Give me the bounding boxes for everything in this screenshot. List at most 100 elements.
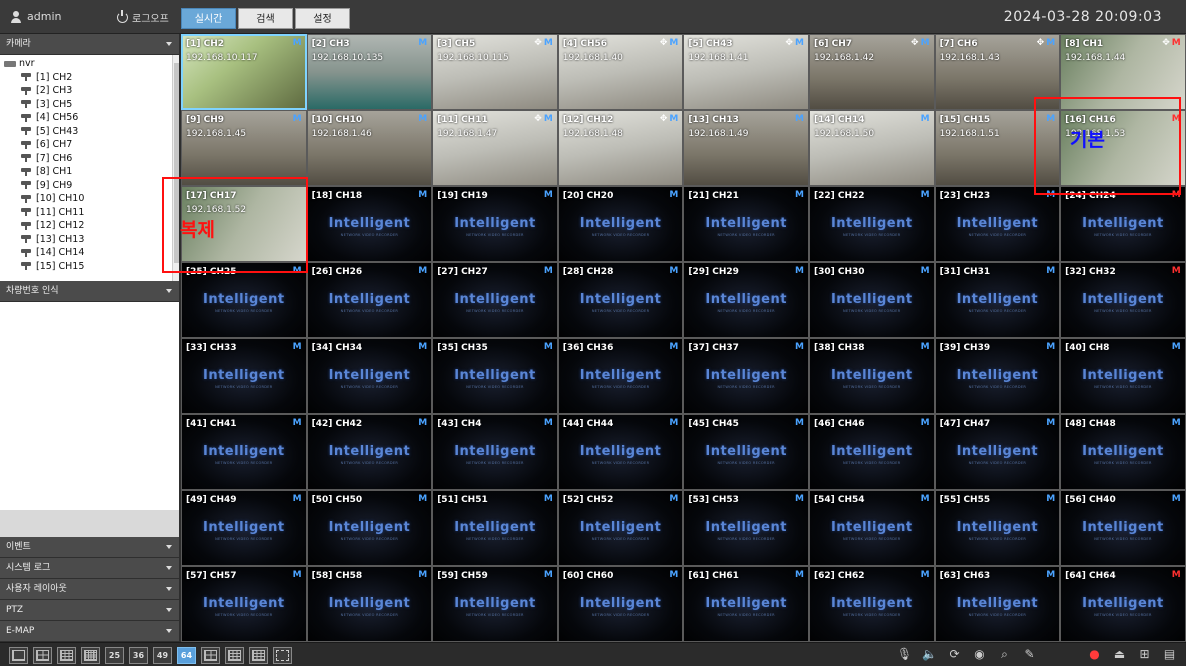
camera-tile[interactable]: [62] CH62 M Intelligent NETWORK VIDEO RECOR…: [808, 566, 935, 642]
layout-custom-b-button[interactable]: [225, 647, 244, 664]
layout-16-button[interactable]: [81, 647, 100, 664]
microphone-icon[interactable]: 🎙: [896, 646, 913, 663]
camera-tile[interactable]: [55] CH55 M Intelligent NETWORK VIDEO RECOR…: [934, 490, 1061, 566]
camera-tile[interactable]: [46] CH46 M Intelligent NETWORK VIDEO RECOR…: [808, 414, 935, 490]
tree-root-nvr[interactable]: nvr: [4, 57, 179, 71]
ptz-move-icon[interactable]: ✥: [1162, 38, 1170, 48]
layout-1-button[interactable]: [9, 647, 28, 664]
pen-icon[interactable]: ✎: [1021, 646, 1038, 663]
lpr-section-header[interactable]: 차량번호 인식: [0, 281, 179, 302]
ptz-move-icon[interactable]: ✥: [534, 114, 542, 124]
scrollbar-thumb[interactable]: [174, 63, 179, 263]
camera-tile[interactable]: [56] CH40 M Intelligent NETWORK VIDEO RECOR…: [1060, 490, 1186, 566]
section-header[interactable]: 이벤트: [0, 537, 179, 558]
network-icon[interactable]: ⊞: [1136, 646, 1153, 663]
camera-tile[interactable]: [38] CH38 M Intelligent NETWORK VIDEO RECOR…: [808, 338, 935, 414]
camera-tile[interactable]: [1] CH2 192.168.10.117 M: [181, 34, 307, 110]
speaker-icon[interactable]: 🔈: [921, 646, 938, 663]
tree-channel-item[interactable]: [7] CH6: [4, 152, 179, 166]
ptz-move-icon[interactable]: ✥: [660, 38, 668, 48]
person-icon[interactable]: ⏏: [1111, 646, 1128, 663]
camera-tile[interactable]: [17] CH17 192.168.1.52: [181, 186, 307, 262]
camera-tile[interactable]: [6] CH7 192.168.1.42 ✥ M: [808, 34, 935, 110]
camera-tile[interactable]: [41] CH41 M Intelligent NETWORK VIDEO RECOR…: [181, 414, 307, 490]
section-header[interactable]: E-MAP: [0, 621, 179, 642]
tree-channel-item[interactable]: [15] CH15: [4, 260, 179, 274]
camera-tile[interactable]: [28] CH28 M Intelligent NETWORK VIDEO RECOR…: [557, 262, 684, 338]
camera-tile[interactable]: [52] CH52 M Intelligent NETWORK VIDEO RECOR…: [557, 490, 684, 566]
camera-tile[interactable]: [47] CH47 M Intelligent NETWORK VIDEO RECOR…: [934, 414, 1061, 490]
tree-channel-item[interactable]: [9] CH9: [4, 179, 179, 193]
tree-channel-item[interactable]: [14] CH14: [4, 246, 179, 260]
section-header[interactable]: 시스템 로그: [0, 558, 179, 579]
tab-search[interactable]: 검색: [238, 8, 293, 29]
camera-tile[interactable]: [36] CH36 M Intelligent NETWORK VIDEO RECOR…: [557, 338, 684, 414]
layout-4-button[interactable]: [33, 647, 52, 664]
camera-tile[interactable]: [57] CH57 M Intelligent NETWORK VIDEO RECOR…: [181, 566, 307, 642]
camera-tile[interactable]: [3] CH5 192.168.10.115 ✥ M: [432, 34, 558, 110]
tree-channel-item[interactable]: [1] CH2: [4, 71, 179, 85]
camera-tile[interactable]: [45] CH45 M Intelligent NETWORK VIDEO RECOR…: [683, 414, 809, 490]
camera-tile[interactable]: [51] CH51 M Intelligent NETWORK VIDEO RECOR…: [432, 490, 558, 566]
camera-tile[interactable]: [30] CH30 M Intelligent NETWORK VIDEO RECOR…: [808, 262, 935, 338]
camera-tile[interactable]: [8] CH1 192.168.1.44 ✥ M: [1060, 34, 1186, 110]
tree-channel-item[interactable]: [4] CH56: [4, 111, 179, 125]
camera-section-header[interactable]: 카메라: [0, 34, 179, 55]
section-header[interactable]: PTZ: [0, 600, 179, 621]
layout-custom-c-button[interactable]: [249, 647, 268, 664]
section-header[interactable]: 사용자 레이아웃: [0, 579, 179, 600]
camera-tile[interactable]: [25] CH25 M Intelligent NETWORK VIDEO RECOR…: [181, 262, 307, 338]
camera-tile[interactable]: [54] CH54 M Intelligent NETWORK VIDEO RECOR…: [808, 490, 935, 566]
camera-tile[interactable]: [31] CH31 M Intelligent NETWORK VIDEO RECOR…: [934, 262, 1061, 338]
camera-tile[interactable]: [21] CH21 M Intelligent NETWORK VIDEO RECOR…: [683, 186, 809, 262]
ptz-move-icon[interactable]: ✥: [534, 38, 542, 48]
tree-channel-item[interactable]: [8] CH1: [4, 165, 179, 179]
camera-tile[interactable]: [40] CH8 M Intelligent NETWORK VIDEO RECORD…: [1060, 338, 1186, 414]
camera-tile[interactable]: [49] CH49 M Intelligent NETWORK VIDEO RECOR…: [181, 490, 307, 566]
camera-tile[interactable]: [60] CH60 M Intelligent NETWORK VIDEO RECOR…: [557, 566, 684, 642]
camera-tile[interactable]: [12] CH12 192.168.1.48 ✥ M: [557, 110, 684, 186]
camera-tile[interactable]: [14] CH14 192.168.1.50 M: [808, 110, 935, 186]
logout-button[interactable]: 로그오프: [117, 10, 169, 25]
camera-tile[interactable]: [37] CH37 M Intelligent NETWORK VIDEO RECOR…: [683, 338, 809, 414]
ptz-move-icon[interactable]: ✥: [1037, 38, 1045, 48]
camera-tile[interactable]: [20] CH20 M Intelligent NETWORK VIDEO RECOR…: [557, 186, 684, 262]
camera-tile[interactable]: [16] CH16 192.168.1.53 M: [1060, 110, 1186, 186]
ptz-move-icon[interactable]: ✥: [785, 38, 793, 48]
camera-tile[interactable]: [18] CH18 M Intelligent NETWORK VIDEO RECOR…: [306, 186, 433, 262]
camera-tile[interactable]: [50] CH50 M Intelligent NETWORK VIDEO RECOR…: [306, 490, 433, 566]
camera-tile[interactable]: [22] CH22 M Intelligent NETWORK VIDEO RECOR…: [808, 186, 935, 262]
zoom-icon[interactable]: ⌕: [996, 646, 1013, 663]
camera-tile[interactable]: [43] CH4 M Intelligent NETWORK VIDEO RECORD…: [432, 414, 558, 490]
camera-tile[interactable]: [11] CH11 192.168.1.47 ✥ M: [432, 110, 558, 186]
refresh-icon[interactable]: ⟳: [946, 646, 963, 663]
layout-25-button[interactable]: 25: [105, 647, 124, 664]
rec-status-icon[interactable]: ●: [1086, 646, 1103, 663]
camera-tile[interactable]: [61] CH61 M Intelligent NETWORK VIDEO RECOR…: [683, 566, 809, 642]
camera-tile[interactable]: [5] CH43 192.168.1.41 ✥ M: [683, 34, 809, 110]
camera-tile[interactable]: [19] CH19 M Intelligent NETWORK VIDEO RECOR…: [432, 186, 558, 262]
camera-tile[interactable]: [64] CH64 M Intelligent NETWORK VIDEO RECOR…: [1060, 566, 1186, 642]
layout-9-button[interactable]: [57, 647, 76, 664]
tree-channel-item[interactable]: [6] CH7: [4, 138, 179, 152]
camera-tile[interactable]: [27] CH27 M Intelligent NETWORK VIDEO RECOR…: [432, 262, 558, 338]
camera-tile[interactable]: [15] CH15 192.168.1.51 M: [934, 110, 1061, 186]
tree-channel-item[interactable]: [10] CH10: [4, 192, 179, 206]
hdd-icon[interactable]: ▤: [1161, 646, 1178, 663]
record-toggle-icon[interactable]: ◉: [971, 646, 988, 663]
tree-channel-item[interactable]: [13] CH13: [4, 233, 179, 247]
camera-tile[interactable]: [42] CH42 M Intelligent NETWORK VIDEO RECOR…: [306, 414, 433, 490]
camera-tile[interactable]: [32] CH32 M Intelligent NETWORK VIDEO RECOR…: [1060, 262, 1186, 338]
camera-tile[interactable]: [39] CH39 M Intelligent NETWORK VIDEO RECOR…: [934, 338, 1061, 414]
camera-tile[interactable]: [33] CH33 M Intelligent NETWORK VIDEO RECOR…: [181, 338, 307, 414]
camera-tile[interactable]: [2] CH3 192.168.10.135 M: [306, 34, 433, 110]
tab-settings[interactable]: 설정: [295, 8, 350, 29]
camera-tile[interactable]: [34] CH34 M Intelligent NETWORK VIDEO RECOR…: [306, 338, 433, 414]
layout-custom-a-button[interactable]: [201, 647, 220, 664]
camera-tile[interactable]: [13] CH13 192.168.1.49 M: [683, 110, 809, 186]
tree-channel-item[interactable]: [2] CH3: [4, 84, 179, 98]
tree-channel-item[interactable]: [3] CH5: [4, 98, 179, 112]
tree-channel-item[interactable]: [11] CH11: [4, 206, 179, 220]
camera-tile[interactable]: [10] CH10 192.168.1.46 M: [306, 110, 433, 186]
fullscreen-button[interactable]: [273, 647, 292, 664]
